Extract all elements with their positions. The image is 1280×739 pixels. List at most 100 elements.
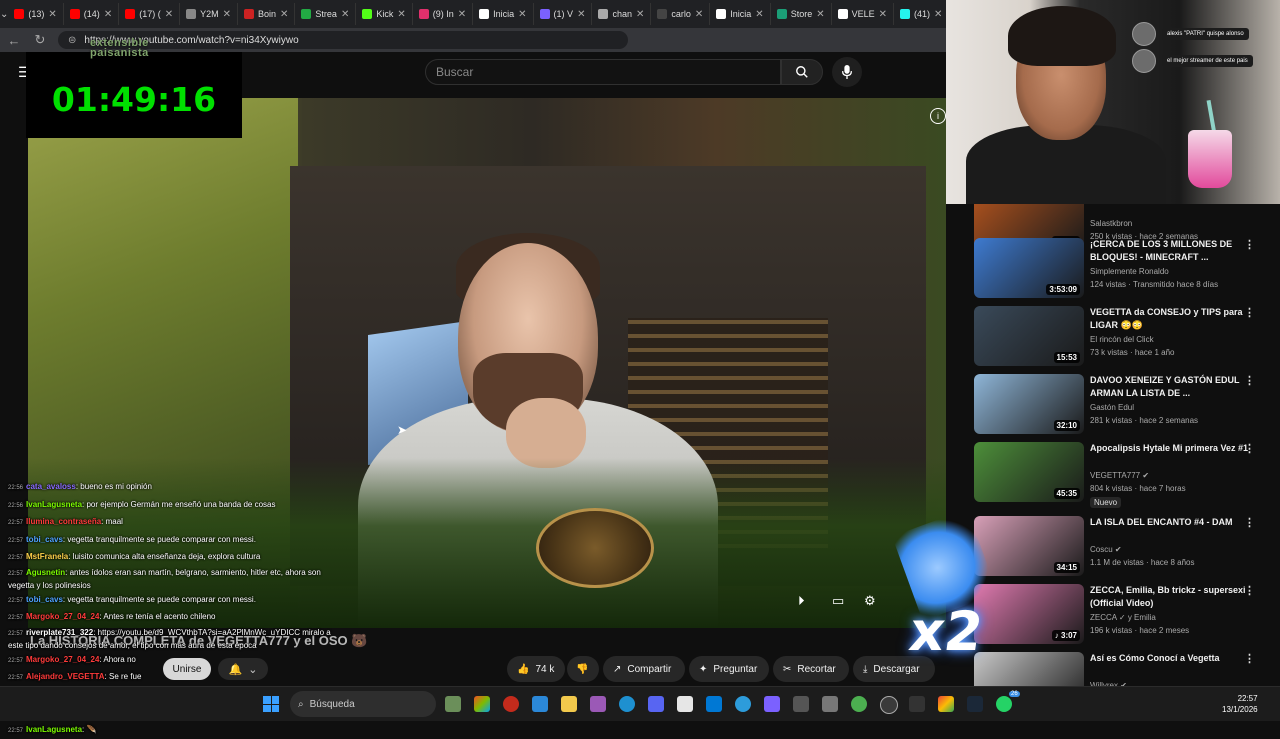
video-thumbnail[interactable]: 15:53 bbox=[974, 306, 1084, 366]
tab-list-button[interactable]: ⌄ bbox=[0, 3, 8, 25]
close-icon[interactable]: ✕ bbox=[816, 9, 824, 20]
more-options-icon[interactable]: ⋮ bbox=[1244, 238, 1255, 251]
browser-tab[interactable]: (14)✕ bbox=[64, 3, 119, 25]
search-input[interactable]: Buscar bbox=[425, 59, 781, 85]
chat-username[interactable]: Margoko_27_04_24 bbox=[26, 612, 99, 621]
settings-gear-icon[interactable]: ⚙ bbox=[864, 593, 876, 609]
browser-tab[interactable]: Store✕ bbox=[771, 3, 832, 25]
channel-name[interactable]: ZECCA ✓ y Emilia bbox=[1090, 613, 1156, 622]
chat-username[interactable]: MstFranela bbox=[26, 552, 68, 561]
more-options-icon[interactable]: ⋮ bbox=[1244, 442, 1255, 455]
channel-name[interactable]: Coscu ✔ bbox=[1090, 545, 1122, 554]
browser-tab[interactable]: Y2M✕ bbox=[180, 3, 238, 25]
more-options-icon[interactable]: ⋮ bbox=[1244, 374, 1255, 387]
windows-start-icon[interactable] bbox=[263, 696, 279, 712]
browser-tab[interactable]: (13)✕ bbox=[8, 3, 63, 25]
chat-username[interactable]: cata_avaloss bbox=[26, 482, 76, 491]
search-button[interactable] bbox=[781, 59, 823, 85]
video-thumbnail[interactable]: 32:10 bbox=[974, 374, 1084, 434]
opera-icon[interactable] bbox=[503, 696, 519, 712]
channel-name[interactable]: El rincón del Click bbox=[1090, 335, 1154, 344]
chrome2-icon[interactable] bbox=[938, 696, 954, 712]
whatsapp-icon[interactable] bbox=[996, 696, 1012, 712]
chat-username[interactable]: Alejandro_VEGETTA bbox=[26, 672, 105, 681]
more-options-icon[interactable]: ⋮ bbox=[1244, 516, 1255, 529]
video-title[interactable]: Apocalipsis Hytale Mi primera Vez #1 bbox=[1090, 442, 1252, 455]
close-icon[interactable]: ✕ bbox=[636, 9, 644, 20]
close-icon[interactable]: ✕ bbox=[755, 9, 763, 20]
browser-tab[interactable]: (1) V✕ bbox=[534, 3, 593, 25]
close-icon[interactable]: ✕ bbox=[879, 9, 887, 20]
app-icon[interactable] bbox=[677, 696, 693, 712]
recommended-video[interactable]: ♪ 3:07ZECCA, Emilia, Bb trickz - superse… bbox=[974, 584, 1274, 646]
back-icon[interactable]: ← bbox=[6, 33, 22, 48]
voice-search-button[interactable] bbox=[832, 57, 862, 87]
copilot-icon[interactable] bbox=[474, 696, 490, 712]
browser-tab[interactable]: (41)✕ bbox=[894, 3, 946, 25]
browser-tab[interactable]: (17) (✕ bbox=[119, 3, 180, 25]
video-title[interactable]: ZECCA, Emilia, Bb trickz - supersexi (Of… bbox=[1090, 584, 1252, 610]
chat-username[interactable]: tobi_cavs bbox=[26, 535, 63, 544]
channel-name[interactable]: Salastkbron bbox=[1090, 219, 1132, 228]
widgets-icon[interactable] bbox=[445, 696, 461, 712]
recommended-video[interactable]: 32:10DAVOO XENEIZE Y GASTÓN EDUL ARMAN L… bbox=[974, 374, 1274, 436]
browser-tab[interactable]: chan✕ bbox=[592, 3, 651, 25]
close-icon[interactable]: ✕ bbox=[341, 9, 349, 20]
browser-tab[interactable]: Inicia✕ bbox=[710, 3, 770, 25]
video-title[interactable]: ¡CERCA DE LOS 3 MILLONES DE BLOQUES! - M… bbox=[1090, 238, 1252, 264]
app2-icon[interactable] bbox=[822, 696, 838, 712]
browser-tab[interactable]: Strea✕ bbox=[295, 3, 356, 25]
chat-username[interactable]: Ilumina_contraseña bbox=[26, 517, 101, 526]
chat-username[interactable]: tobi_cavs bbox=[26, 595, 63, 604]
obs-icon[interactable] bbox=[764, 696, 780, 712]
chrome-icon[interactable] bbox=[851, 696, 867, 712]
more-options-icon[interactable]: ⋮ bbox=[1244, 306, 1255, 319]
share-button[interactable]: ↗ Compartir bbox=[603, 656, 685, 682]
video-title[interactable]: LA ISLA DEL ENCANTO #4 - DAM bbox=[1090, 516, 1252, 529]
settings-icon[interactable] bbox=[793, 696, 809, 712]
close-icon[interactable]: ✕ bbox=[223, 9, 231, 20]
info-icon[interactable]: i bbox=[930, 108, 946, 124]
video-title[interactable]: VEGETTA da CONSEJO y TIPS para LIGAR 😳😳 bbox=[1090, 306, 1252, 332]
subtitles-icon[interactable]: ▭ bbox=[832, 593, 844, 609]
reload-icon[interactable]: ↻ bbox=[32, 32, 48, 48]
recommended-video[interactable]: 45:35 Apocalipsis Hytale Mi primera Vez #… bbox=[974, 442, 1274, 504]
recommended-video[interactable]: 15:53VEGETTA da CONSEJO y TIPS para LIGA… bbox=[974, 306, 1274, 368]
vscode-icon[interactable] bbox=[706, 696, 722, 712]
system-clock[interactable]: 22:57 13/1/2026 bbox=[1232, 693, 1258, 715]
channel-name[interactable]: Gastón Edul bbox=[1090, 403, 1134, 412]
video-thumbnail[interactable] bbox=[974, 652, 1084, 686]
video-thumbnail[interactable]: 34:15 bbox=[974, 516, 1084, 576]
browser-tab[interactable]: (9) In✕ bbox=[413, 3, 473, 25]
pen-icon[interactable] bbox=[590, 696, 606, 712]
close-icon[interactable]: ✕ bbox=[397, 9, 405, 20]
browser-tab[interactable]: Boin✕ bbox=[238, 3, 295, 25]
edge-icon[interactable] bbox=[619, 696, 635, 712]
folder-icon[interactable] bbox=[561, 696, 577, 712]
browser-tab[interactable]: Inicia✕ bbox=[473, 3, 533, 25]
video-thumbnail[interactable]: 45:35 bbox=[974, 442, 1084, 502]
taskbar-search[interactable]: ⌕ Búsqueda bbox=[290, 691, 436, 717]
recommended-video[interactable]: 34:15 LA ISLA DEL ENCANTO #4 - DAM Coscu ✔… bbox=[974, 516, 1274, 578]
chat-username[interactable]: IvanLagusneta bbox=[26, 500, 82, 509]
video-thumbnail[interactable]: 3:53:09 bbox=[974, 238, 1084, 298]
site-info-icon[interactable]: ⊜ bbox=[68, 35, 76, 46]
store-icon[interactable] bbox=[532, 696, 548, 712]
browser-tab[interactable]: Kick✕ bbox=[356, 3, 412, 25]
like-button[interactable]: 👍 74 k bbox=[507, 656, 565, 682]
clip-button[interactable]: ✂ Recortar bbox=[773, 656, 849, 682]
close-icon[interactable]: ✕ bbox=[577, 9, 585, 20]
edge-dev-icon[interactable] bbox=[735, 696, 751, 712]
terminal-icon[interactable] bbox=[909, 696, 925, 712]
browser-tab[interactable]: VELE✕ bbox=[832, 3, 894, 25]
chat-username[interactable]: IvanLagusneta bbox=[26, 725, 82, 734]
close-icon[interactable]: ✕ bbox=[280, 9, 288, 20]
recommended-video[interactable]: 3:53:09¡CERCA DE LOS 3 MILLONES DE BLOQU… bbox=[974, 238, 1274, 300]
close-icon[interactable]: ✕ bbox=[934, 9, 942, 20]
video-title[interactable]: Así es Cómo Conocí a Vegetta bbox=[1090, 652, 1252, 665]
github-icon[interactable] bbox=[880, 696, 898, 714]
channel-name[interactable]: VEGETTA777 ✔ bbox=[1090, 471, 1149, 480]
close-icon[interactable]: ✕ bbox=[518, 9, 526, 20]
chat-username[interactable]: Margoko_27_04_24 bbox=[26, 655, 99, 664]
recommended-video[interactable]: Así es Cómo Conocí a VegettaWillyrex ✔2.… bbox=[974, 652, 1274, 686]
